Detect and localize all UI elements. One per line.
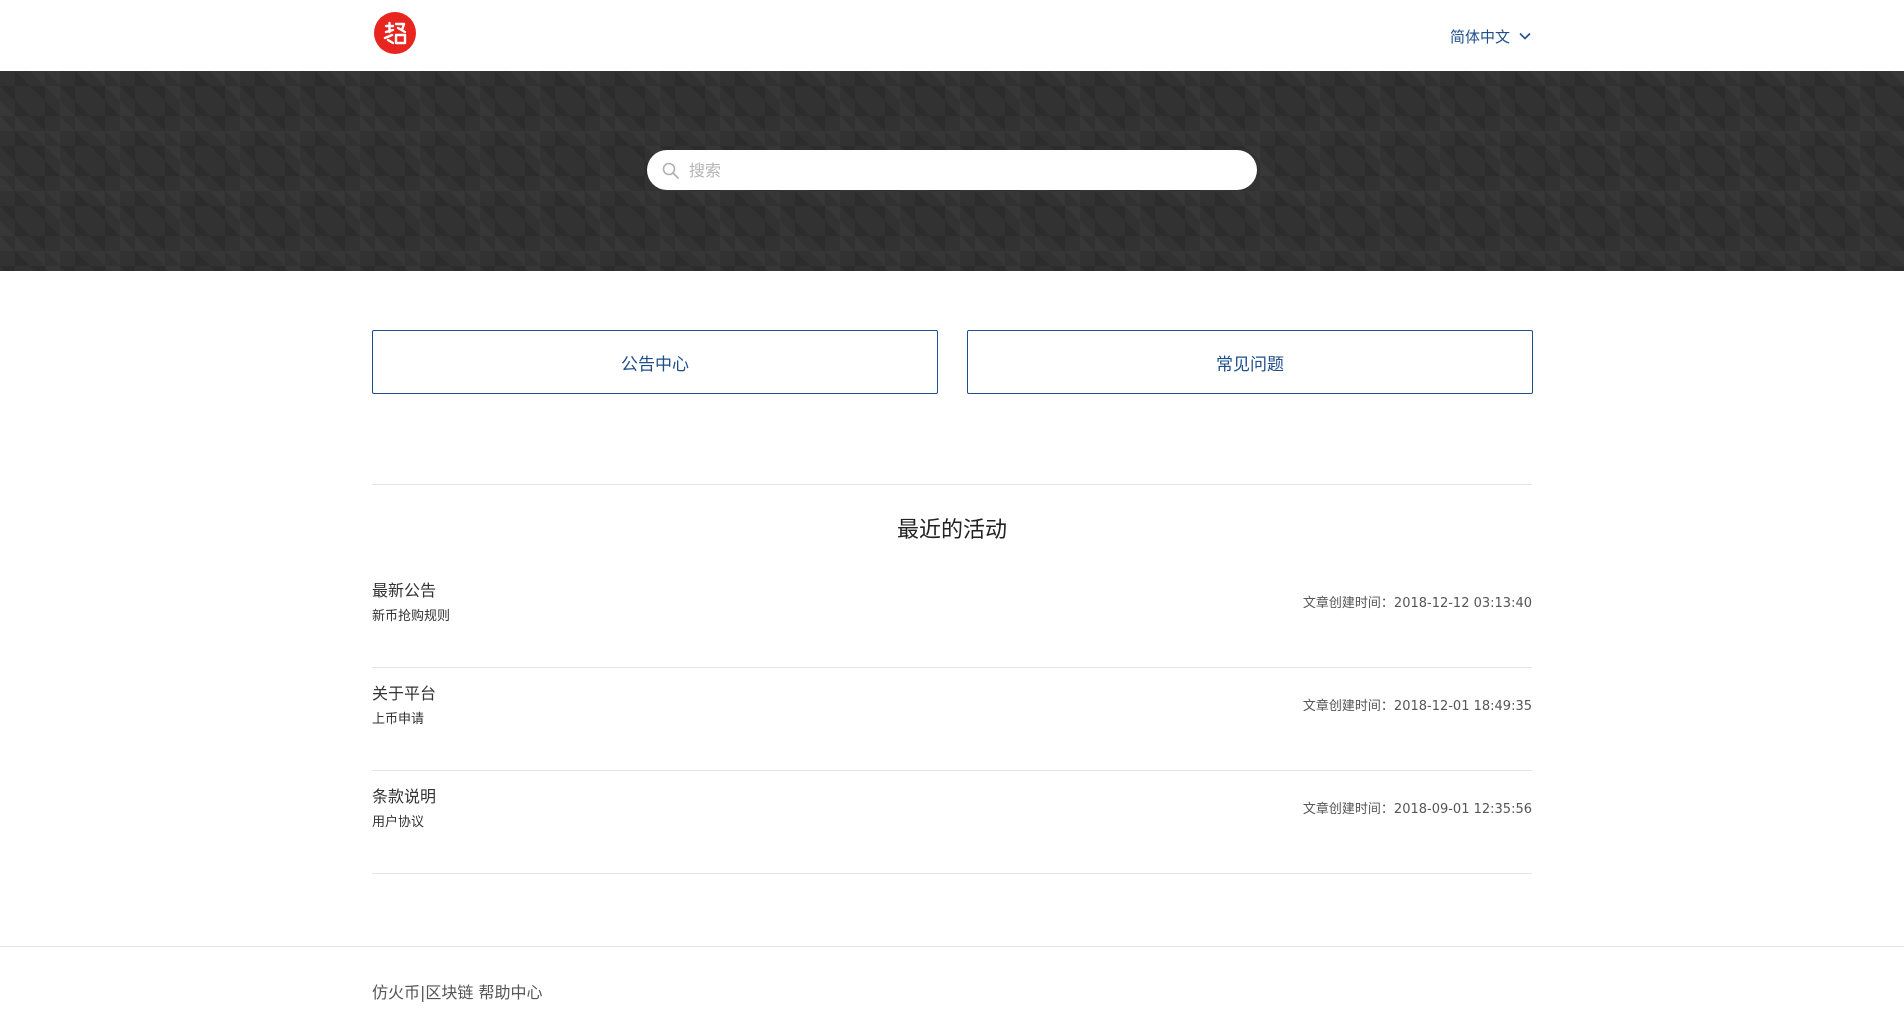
activity-category-link[interactable]: 关于平台 [372,680,436,704]
footer-text: 仿火币|区块链 帮助中心 [372,983,543,1002]
list-item: 最新公告 新币抢购规则 文章创建时间：2018-12-12 03:13:40 [372,565,1532,668]
activity-article-link[interactable]: 新币抢购规则 [372,605,450,624]
language-selector[interactable]: 简体中文 [1450,24,1532,48]
activity-category-link[interactable]: 最新公告 [372,577,436,601]
chevron-down-icon [1518,29,1532,43]
hero-banner [0,71,1904,271]
search-box[interactable] [647,150,1257,190]
activity-article-link[interactable]: 用户协议 [372,811,424,830]
recent-activity-list: 最新公告 新币抢购规则 文章创建时间：2018-12-12 03:13:40 关… [372,565,1532,874]
category-label: 常见问题 [1216,354,1284,375]
search-input[interactable] [687,152,1257,188]
recent-activity-title: 最近的活动 [896,518,1007,543]
list-item: 关于平台 上币申请 文章创建时间：2018-12-01 18:49:35 [372,668,1532,771]
language-label: 简体中文 [1450,27,1511,46]
section-divider [372,484,1532,485]
activity-article-link[interactable]: 上币申请 [372,708,424,727]
category-announcements-button[interactable]: 公告中心 [372,330,938,394]
page-footer: 仿火币|区块链 帮助中心 [0,946,1904,1030]
category-label: 公告中心 [621,354,689,375]
activity-timestamp: 文章创建时间：2018-12-12 03:13:40 [1302,596,1532,611]
category-faq-button[interactable]: 常见问题 [967,330,1533,394]
list-item: 条款说明 用户协议 文章创建时间：2018-09-01 12:35:56 [372,771,1532,874]
brand-logo-icon[interactable] [374,12,416,54]
activity-timestamp: 文章创建时间：2018-12-01 18:49:35 [1302,699,1532,714]
search-icon [661,161,679,179]
top-header: 简体中文 [0,0,1904,71]
activity-timestamp: 文章创建时间：2018-09-01 12:35:56 [1302,802,1532,817]
activity-category-link[interactable]: 条款说明 [372,783,436,807]
